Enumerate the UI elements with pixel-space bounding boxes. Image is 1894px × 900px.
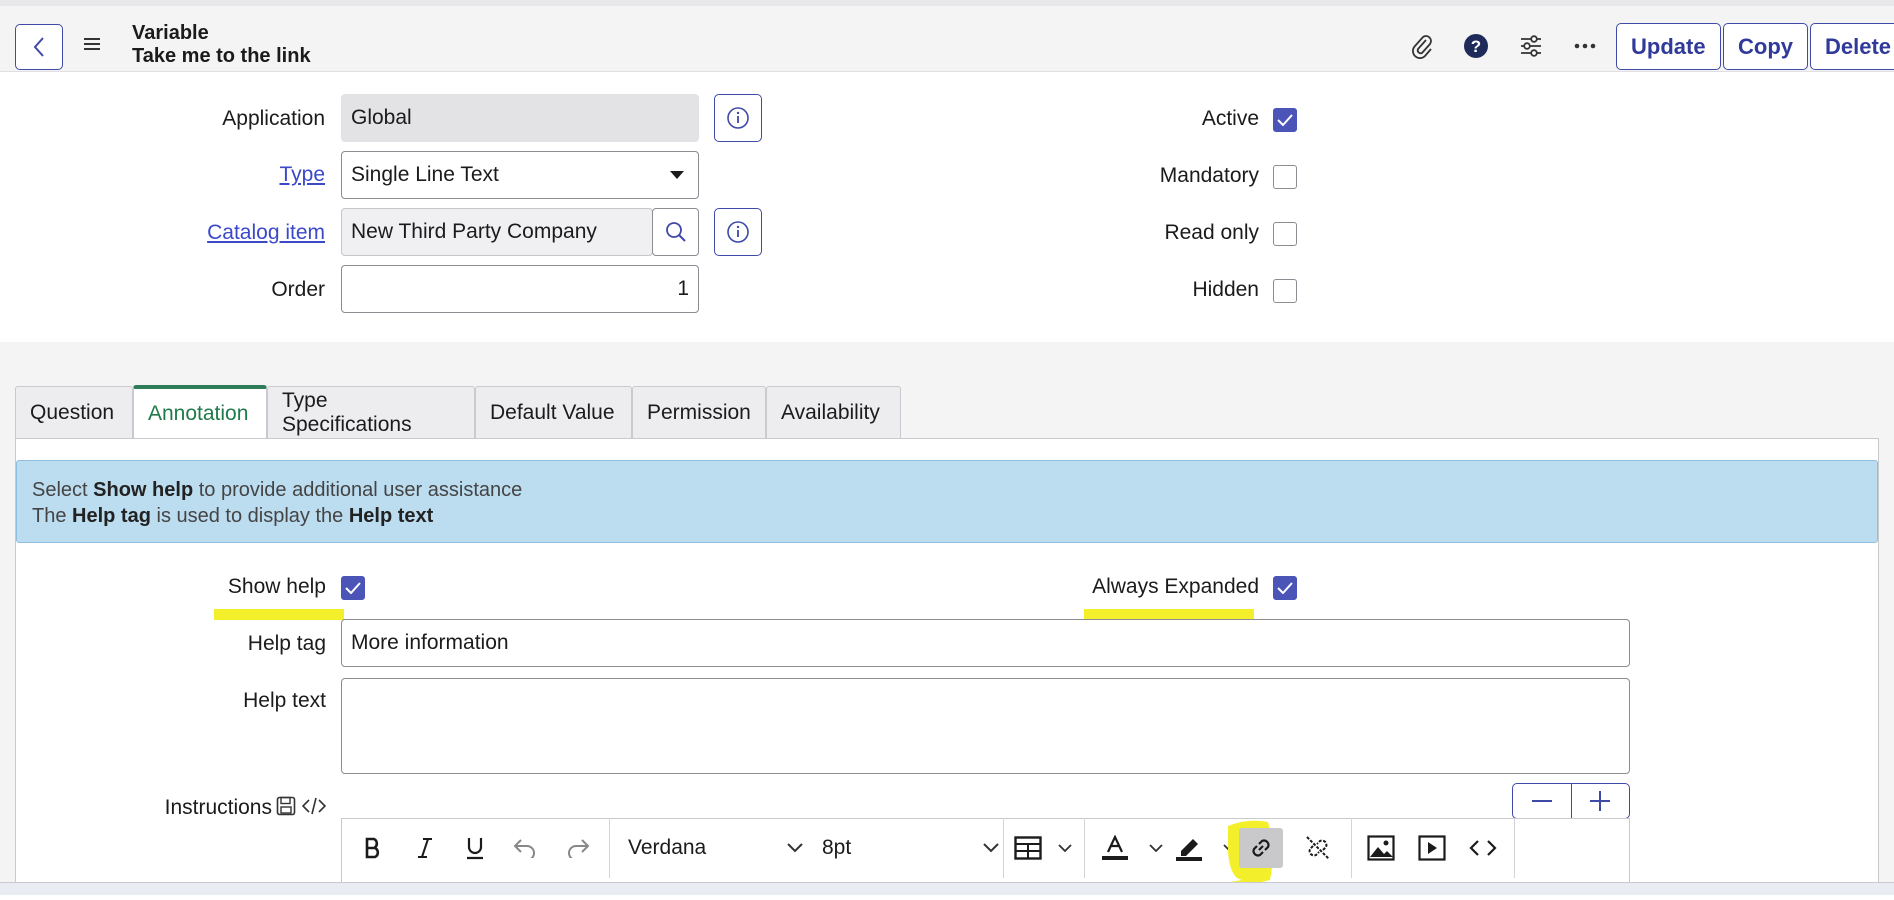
minus-icon [1531, 800, 1552, 802]
checkmark-icon [1277, 582, 1293, 594]
chevron-down-icon [983, 843, 999, 853]
editor-size-stepper [1512, 783, 1630, 819]
banner-text: The [32, 505, 73, 527]
insert-media-icon[interactable] [1414, 828, 1450, 868]
remove-link-icon[interactable] [1296, 828, 1340, 868]
underline-icon[interactable] [460, 828, 490, 868]
banner-bold: Help tag [72, 505, 151, 527]
application-info-button[interactable] [714, 94, 762, 142]
application-label: Application [222, 107, 325, 130]
read-only-checkbox[interactable] [1273, 222, 1297, 246]
more-options-icon[interactable] [1571, 32, 1599, 60]
always-expanded-label: Always Expanded [1092, 575, 1259, 598]
record-name-title: Take me to the link [132, 45, 311, 67]
font-family-select[interactable]: Verdana [628, 828, 803, 868]
plus-icon [1590, 791, 1611, 811]
update-button[interactable]: Update [1616, 23, 1721, 70]
info-icon [727, 107, 749, 129]
mandatory-checkbox[interactable] [1273, 165, 1297, 189]
caret-down-icon [670, 171, 684, 179]
catalog-item-label-link[interactable]: Catalog item [207, 221, 325, 245]
svg-text:?: ? [1471, 37, 1481, 56]
redo-icon[interactable] [563, 828, 593, 868]
toolbar-separator [1003, 818, 1004, 878]
catalog-item-info-button[interactable] [714, 208, 762, 256]
mandatory-label: Mandatory [1159, 164, 1259, 187]
insert-image-icon[interactable] [1363, 828, 1399, 868]
show-help-label: Show help [227, 575, 326, 598]
banner-bold: Show help [93, 479, 194, 501]
paperclip-icon[interactable] [1408, 32, 1436, 60]
type-select-value: Single Line Text [351, 163, 499, 186]
font-size-select[interactable]: 8pt [822, 828, 999, 868]
show-help-checkbox[interactable] [341, 576, 365, 600]
form-header: Variable Take me to the link ? Update Co… [0, 0, 1894, 72]
help-tag-label: Help tag [247, 632, 326, 655]
highlight-mark [214, 609, 344, 620]
search-icon [665, 222, 686, 242]
catalog-item-field: New Third Party Company [341, 208, 653, 256]
record-type-title: Variable [132, 22, 209, 44]
text-color-icon[interactable] [1101, 828, 1163, 868]
active-checkbox[interactable] [1273, 108, 1297, 132]
tab-availability[interactable]: Availability [766, 386, 901, 439]
code-view-icon[interactable] [301, 797, 327, 820]
undo-icon[interactable] [510, 828, 540, 868]
chevron-down-icon [787, 843, 803, 853]
italic-icon[interactable] [410, 828, 440, 868]
chevron-left-icon [33, 37, 44, 57]
help-text-label: Help text [243, 689, 326, 712]
form-title: Variable Take me to the link [132, 22, 311, 68]
editor-bottom-edge [0, 882, 1894, 895]
type-select[interactable]: Single Line Text [341, 151, 699, 199]
tab-question[interactable]: Question [15, 386, 133, 439]
settings-sliders-icon[interactable] [1517, 32, 1545, 60]
help-text-area[interactable] [341, 678, 1630, 774]
catalog-item-lookup-button[interactable] [652, 208, 699, 256]
toolbar-separator [1084, 818, 1085, 878]
info-icon [727, 221, 749, 243]
banner-text: to provide additional user assistance [193, 479, 523, 501]
font-size-value: 8pt [822, 836, 852, 859]
banner-bold: Help text [348, 505, 434, 527]
increase-size-button[interactable] [1572, 784, 1630, 818]
context-menu-icon[interactable] [82, 34, 102, 54]
banner-text: is used to display the [150, 505, 349, 527]
table-icon[interactable] [1014, 828, 1072, 868]
bold-icon[interactable] [358, 828, 388, 868]
toolbar-separator [1351, 818, 1352, 878]
copy-button[interactable]: Copy [1723, 23, 1808, 70]
toolbar-separator [609, 818, 610, 878]
chevron-down-icon [1058, 844, 1072, 852]
help-info-banner: Select Show help to provide additional u… [16, 460, 1878, 543]
tab-permission[interactable]: Permission [632, 386, 766, 439]
active-label: Active [1201, 107, 1259, 130]
tab-default-value[interactable]: Default Value [475, 386, 632, 439]
hidden-label: Hidden [1192, 278, 1259, 301]
tab-type-specifications[interactable]: Type Specifications [267, 386, 475, 439]
chevron-down-icon [1149, 844, 1163, 852]
back-button[interactable] [15, 24, 63, 70]
toolbar-separator [1514, 818, 1515, 878]
insert-link-icon[interactable] [1239, 828, 1283, 868]
delete-button[interactable]: Delete [1810, 23, 1894, 70]
checkmark-icon [1277, 114, 1293, 126]
order-field[interactable]: 1 [341, 265, 699, 313]
decrease-size-button[interactable] [1513, 784, 1572, 818]
application-field: Global [341, 94, 699, 142]
source-code-icon[interactable] [1465, 828, 1501, 868]
save-icon[interactable] [276, 796, 296, 821]
banner-text: Select [32, 479, 94, 501]
type-label-link[interactable]: Type [279, 163, 325, 187]
help-tag-field[interactable]: More information [341, 619, 1630, 667]
always-expanded-checkbox[interactable] [1273, 576, 1297, 600]
font-family-value: Verdana [628, 836, 707, 859]
order-label: Order [271, 278, 325, 301]
read-only-label: Read only [1164, 221, 1259, 244]
checkmark-icon [345, 582, 361, 594]
help-icon[interactable]: ? [1462, 32, 1490, 60]
hidden-checkbox[interactable] [1273, 279, 1297, 303]
tab-annotation[interactable]: Annotation [133, 385, 267, 439]
instructions-label: Instructions [164, 796, 272, 819]
